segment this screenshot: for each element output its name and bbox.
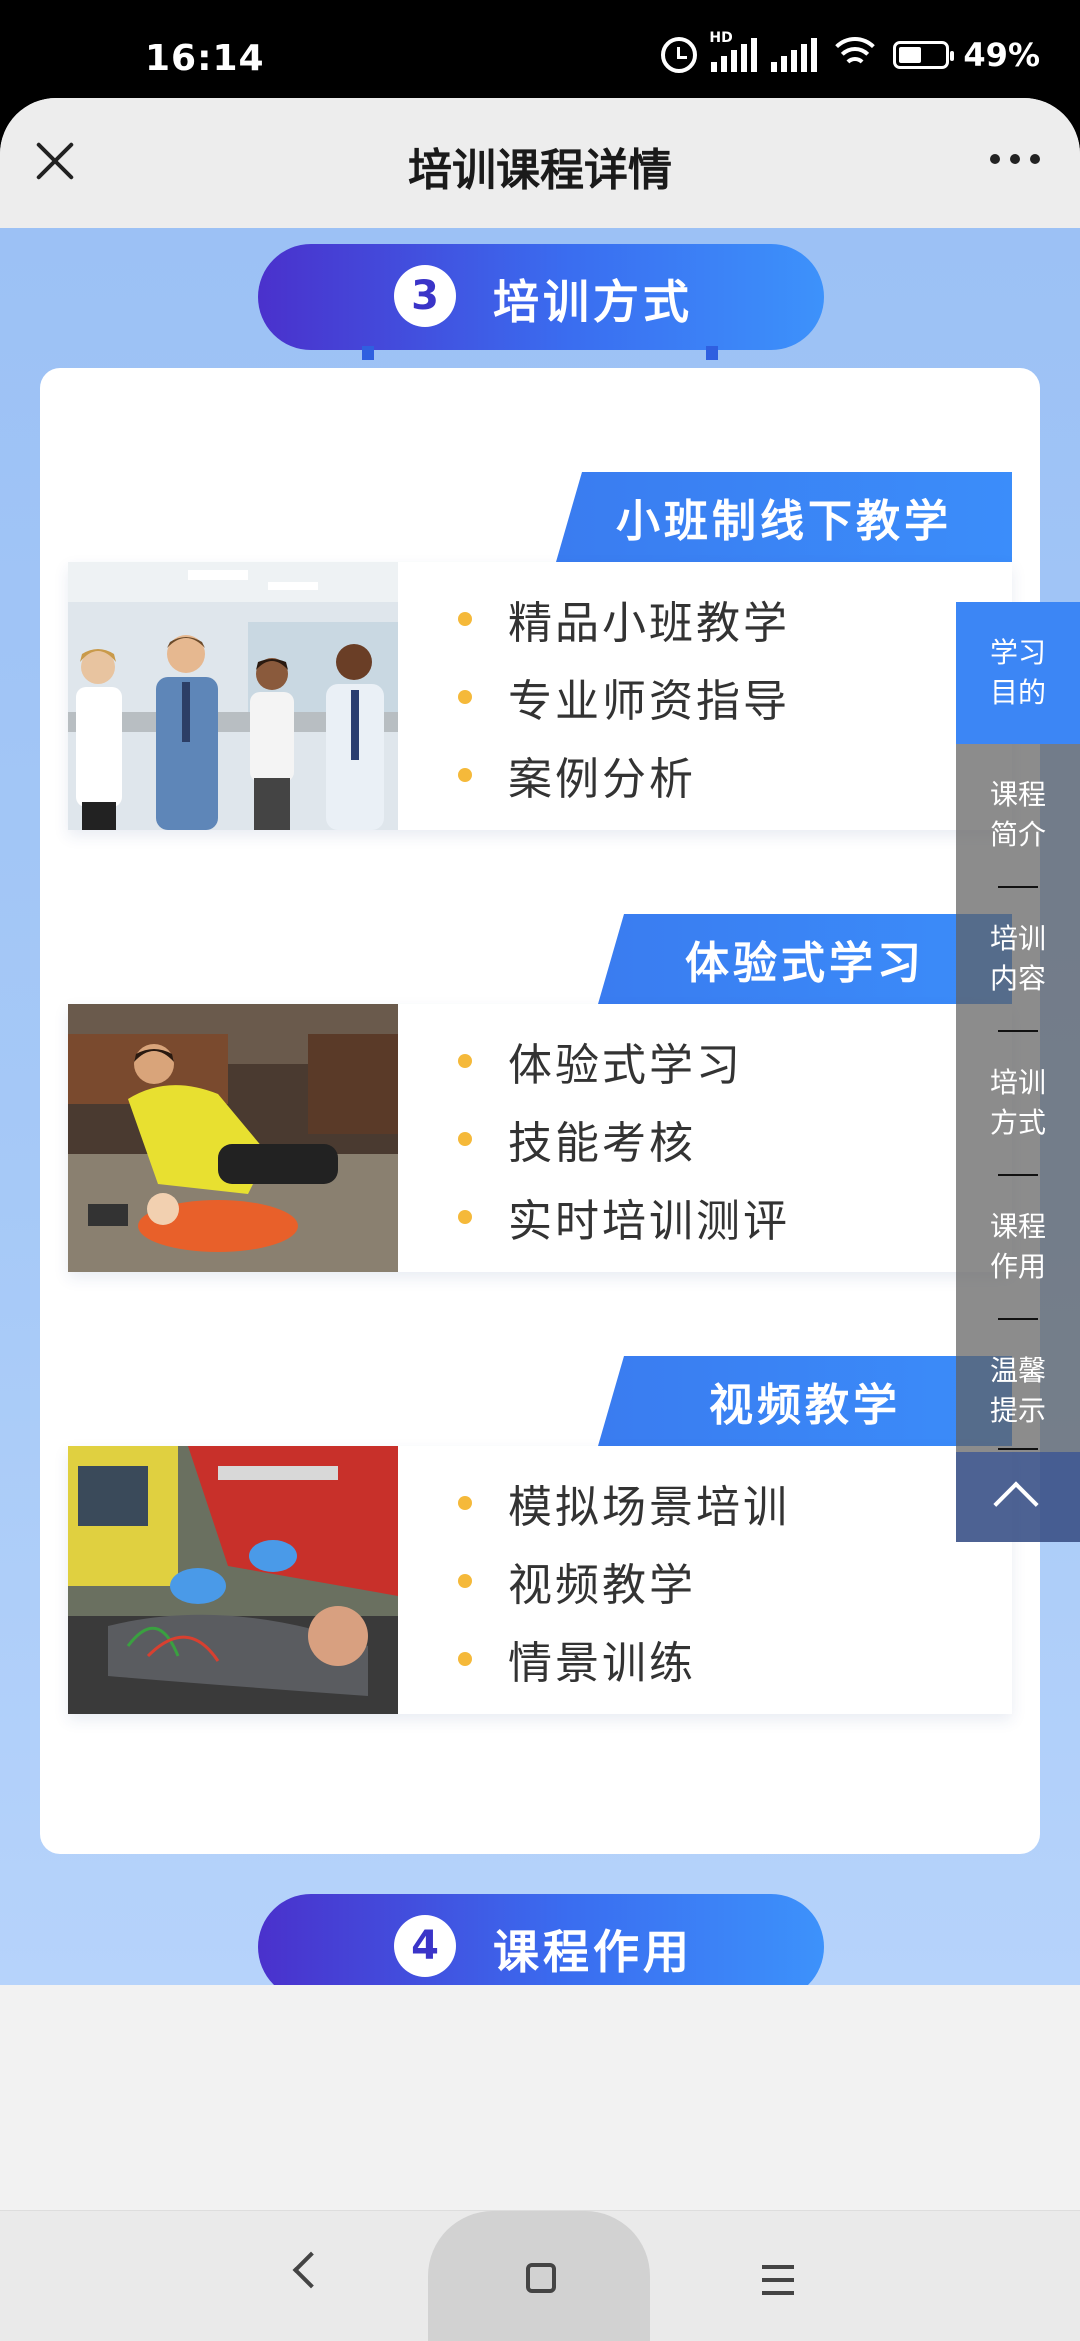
side-nav-item-course-effect[interactable]: 课程 作用: [956, 1176, 1080, 1318]
cpr-training-photo: [68, 1004, 398, 1272]
feature-text: 精品小班教学: [508, 598, 790, 649]
team-photo: [68, 562, 398, 830]
bullet-dot: [458, 1054, 472, 1068]
method-row: 精品小班教学 专业师资指导 案例分析: [68, 562, 1012, 830]
signal-icon: [771, 38, 818, 72]
side-nav-item-learning-goal[interactable]: 学习 目的: [956, 602, 1080, 744]
feature-list: 体验式学习 技能考核 实时培训测评: [458, 1022, 790, 1256]
side-nav-label: 课程 作用: [989, 1210, 1046, 1283]
bullet-dot: [458, 1652, 472, 1666]
chevron-up-icon: [993, 1481, 1039, 1527]
battery-icon: [893, 41, 955, 69]
feature-item: 模拟场景培训: [458, 1464, 790, 1542]
battery-fill: [899, 47, 922, 63]
feature-item: 专业师资指导: [458, 658, 790, 736]
method-block: 小班制线下教学 精品小班教学 专业师资指导 案例分析: [68, 472, 1012, 830]
feature-text: 情景训练: [508, 1638, 696, 1689]
training-method-card: 小班制线下教学 精品小班教学 专业师资指导 案例分析 体验式学习 体验式学习 技…: [40, 368, 1040, 1854]
feature-text: 实时培训测评: [508, 1196, 790, 1247]
side-nav-item-training-method[interactable]: 培训 方式: [956, 1032, 1080, 1174]
section-header-course-effect: 4 课程作用: [258, 1894, 824, 1985]
bullet-dot: [458, 1132, 472, 1146]
emergency-rescue-photo: [68, 1446, 398, 1714]
feature-item: 实时培训测评: [458, 1178, 790, 1256]
menu-icon[interactable]: [762, 2265, 794, 2304]
feature-list: 精品小班教学 专业师资指导 案例分析: [458, 580, 790, 814]
page-title: 培训课程详情: [408, 145, 672, 196]
side-nav-label: 培训 方式: [989, 1066, 1046, 1139]
section-title: 课程作用: [493, 1925, 693, 1979]
side-nav-label: 课程 简介: [989, 778, 1046, 851]
battery-percent: 49%: [963, 36, 1040, 74]
page-content[interactable]: 3 培训方式 小班制线下教学 精品小班教学 专业师资指导 案例分析 体验式学习 …: [0, 228, 1080, 1985]
section-number: 4: [394, 1915, 456, 1977]
feature-text: 视频教学: [508, 1560, 696, 1611]
method-tag: 视频教学: [598, 1356, 1012, 1446]
bullet-dot: [458, 1574, 472, 1588]
feature-item: 案例分析: [458, 736, 790, 814]
feature-item: 视频教学: [458, 1542, 790, 1620]
feature-text: 专业师资指导: [508, 676, 790, 727]
status-bar: 16:14 HD 49%: [0, 0, 1080, 100]
section-header-training-method: 3 培训方式: [258, 244, 824, 360]
section-title: 培训方式: [493, 275, 693, 329]
webview-sheet: 培训课程详情 3 培训方式 小班制线下教学 精品小班教学 专业师资指导 案例分析…: [0, 98, 1080, 2340]
side-nav-item-tips[interactable]: 温馨 提示: [956, 1320, 1080, 1462]
section-number: 3: [394, 265, 456, 327]
method-tag: 体验式学习: [598, 914, 1012, 1004]
feature-text: 模拟场景培训: [508, 1482, 790, 1533]
status-icons: HD 49%: [661, 30, 1040, 74]
method-tag: 小班制线下教学: [556, 472, 1012, 562]
feature-item: 技能考核: [458, 1100, 790, 1178]
alarm-icon: [661, 37, 698, 73]
bullet-dot: [458, 1496, 472, 1510]
side-nav-label: 学习 目的: [989, 636, 1046, 709]
feature-text: 技能考核: [508, 1118, 696, 1169]
bullet-dot: [458, 768, 472, 782]
pill-connector: [706, 346, 718, 360]
bullet-dot: [458, 612, 472, 626]
home-icon[interactable]: [526, 2263, 556, 2293]
side-nav-item-course-intro[interactable]: 课程 简介: [956, 744, 1080, 886]
side-nav-item-training-content[interactable]: 培训 内容: [956, 888, 1080, 1030]
bullet-dot: [458, 690, 472, 704]
feature-list: 模拟场景培训 视频教学 情景训练: [458, 1464, 790, 1698]
feature-text: 体验式学习: [508, 1040, 743, 1091]
method-block: 体验式学习 体验式学习 技能考核 实时培训测评: [68, 914, 1012, 1272]
feature-text: 案例分析: [508, 754, 696, 805]
back-icon[interactable]: [292, 2251, 330, 2289]
more-options-icon[interactable]: [990, 154, 1040, 164]
system-navigation-bar: [0, 2210, 1080, 2341]
divider: [998, 1448, 1038, 1450]
status-time: 16:14: [145, 38, 265, 79]
wifi-icon: [831, 37, 880, 73]
title-bar: 培训课程详情: [0, 98, 1080, 228]
side-nav-label: 温馨 提示: [989, 1354, 1046, 1427]
scroll-to-top-button[interactable]: [956, 1452, 1080, 1542]
feature-item: 精品小班教学: [458, 580, 790, 658]
method-block: 视频教学 模拟场景培训 视频教学 情景训练: [68, 1356, 1012, 1714]
method-row: 模拟场景培训 视频教学 情景训练: [68, 1446, 1012, 1714]
feature-item: 体验式学习: [458, 1022, 790, 1100]
side-nav-label: 培训 内容: [989, 922, 1046, 995]
pill-connector: [362, 346, 374, 360]
section-side-nav: 学习 目的 课程 简介 培训 内容 培训 方式 课程 作用 温馨 提示: [956, 602, 1080, 1542]
method-row: 体验式学习 技能考核 实时培训测评: [68, 1004, 1012, 1272]
hd-label: HD: [709, 30, 733, 46]
signal-hd-icon: HD: [709, 30, 758, 72]
feature-item: 情景训练: [458, 1620, 790, 1698]
bullet-dot: [458, 1210, 472, 1224]
